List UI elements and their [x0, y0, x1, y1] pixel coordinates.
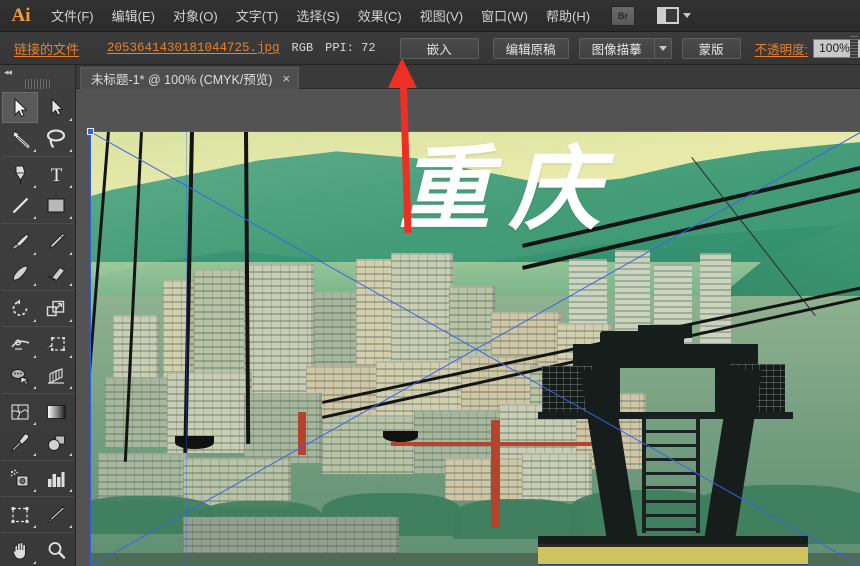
- selection-anchor-tl[interactable]: [87, 128, 94, 135]
- control-bar: 链接的文件 2053641430181044725.jpg RGB PPI: 7…: [0, 32, 860, 65]
- slice-tool[interactable]: [38, 499, 74, 530]
- magic-wand-tool[interactable]: [2, 123, 38, 154]
- zoom-tool[interactable]: [38, 535, 74, 566]
- cable-car-cabin: [537, 544, 808, 566]
- symbol-sprayer-tool[interactable]: [2, 463, 38, 494]
- smart-guide-vertical: [186, 131, 187, 566]
- artwork-caption: 重庆: [398, 139, 619, 242]
- menu-bar: Ai 文件(F) 编辑(E) 对象(O) 文字(T) 选择(S) 效果(C) 视…: [0, 0, 860, 32]
- tower-ladder: [641, 415, 700, 534]
- tools-panel-grip[interactable]: [24, 79, 51, 89]
- hand-tool[interactable]: [2, 535, 38, 566]
- mesh-tool[interactable]: [2, 396, 38, 427]
- eyedropper-tool[interactable]: [2, 427, 38, 458]
- free-transform-tool[interactable]: [38, 329, 74, 360]
- arrange-documents-button[interactable]: [657, 7, 692, 24]
- menu-view[interactable]: 视图(V): [411, 2, 472, 29]
- image-trace-dropdown[interactable]: [653, 37, 672, 59]
- eraser-tool[interactable]: [38, 257, 74, 288]
- close-icon[interactable]: ×: [282, 72, 290, 85]
- linked-file-label[interactable]: 链接的文件: [14, 39, 79, 58]
- crane-mast: [491, 420, 500, 529]
- document-canvas[interactable]: 重庆: [76, 89, 860, 566]
- svg-text:T: T: [50, 165, 62, 184]
- shape-builder-tool[interactable]: [2, 360, 38, 391]
- pencil-tool[interactable]: [38, 226, 74, 257]
- menu-effect[interactable]: 效果(C): [349, 2, 411, 29]
- crane-jib: [391, 441, 592, 446]
- gondola-left: [174, 435, 214, 449]
- menu-select[interactable]: 选择(S): [287, 2, 348, 29]
- lasso-tool[interactable]: [38, 123, 74, 154]
- edit-original-button[interactable]: 编辑原稿: [492, 37, 569, 59]
- type-tool[interactable]: T: [38, 159, 74, 190]
- document-tab-title: 未标题-1* @ 100% (CMYK/预览): [91, 73, 273, 87]
- illustrator-window: Ai 文件(F) 编辑(E) 对象(O) 文字(T) 选择(S) 效果(C) 视…: [0, 0, 860, 566]
- pen-tool[interactable]: [2, 159, 38, 190]
- menu-edit[interactable]: 编辑(E): [103, 2, 164, 29]
- app-logo: Ai: [11, 4, 31, 26]
- embed-button[interactable]: 嵌入: [399, 37, 479, 59]
- direct-selection-tool[interactable]: [38, 92, 74, 123]
- ppi-label: PPI: 72: [325, 41, 376, 55]
- document-tab[interactable]: 未标题-1* @ 100% (CMYK/预览) ×: [80, 67, 300, 89]
- control-bar-right-grip[interactable]: [850, 36, 858, 58]
- gradient-tool[interactable]: [38, 396, 74, 427]
- mask-button[interactable]: 蒙版: [681, 37, 741, 59]
- document-tab-bar: 未标题-1* @ 100% (CMYK/预览) ×: [76, 65, 860, 89]
- menu-help[interactable]: 帮助(H): [537, 2, 599, 29]
- rotate-tool[interactable]: [2, 293, 38, 324]
- tool-grid: T: [2, 92, 74, 566]
- image-trace-button[interactable]: 图像描摹: [578, 37, 654, 59]
- image-trace-split-button[interactable]: 图像描摹: [578, 37, 672, 59]
- menu-object[interactable]: 对象(O): [164, 2, 227, 29]
- line-segment-tool[interactable]: [2, 190, 38, 221]
- artboard-tool[interactable]: [2, 499, 38, 530]
- chevron-down-icon: [683, 13, 692, 18]
- tools-collapse-button[interactable]: ◂◂: [0, 65, 75, 79]
- selection-tool[interactable]: [2, 92, 38, 123]
- rectangle-tool[interactable]: [38, 190, 74, 221]
- chevron-down-icon: [658, 45, 667, 51]
- linked-filename[interactable]: 2053641430181044725.jpg: [107, 41, 280, 55]
- menu-window[interactable]: 窗口(W): [472, 2, 537, 29]
- color-mode-label: RGB: [291, 41, 314, 55]
- blob-brush-tool[interactable]: [2, 257, 38, 288]
- tools-panel: ◂◂ T: [0, 65, 76, 566]
- menu-file[interactable]: 文件(F): [42, 2, 103, 29]
- blend-tool[interactable]: [38, 427, 74, 458]
- opacity-label[interactable]: 不透明度:: [755, 39, 808, 58]
- menu-type[interactable]: 文字(T): [227, 2, 288, 29]
- width-tool[interactable]: [2, 329, 38, 360]
- bridge-icon[interactable]: Br: [611, 5, 636, 26]
- scale-tool[interactable]: [38, 293, 74, 324]
- column-graph-tool[interactable]: [38, 463, 74, 494]
- arrange-documents-icon: [657, 7, 680, 24]
- perspective-grid-tool[interactable]: [38, 360, 74, 391]
- paintbrush-tool[interactable]: [2, 226, 38, 257]
